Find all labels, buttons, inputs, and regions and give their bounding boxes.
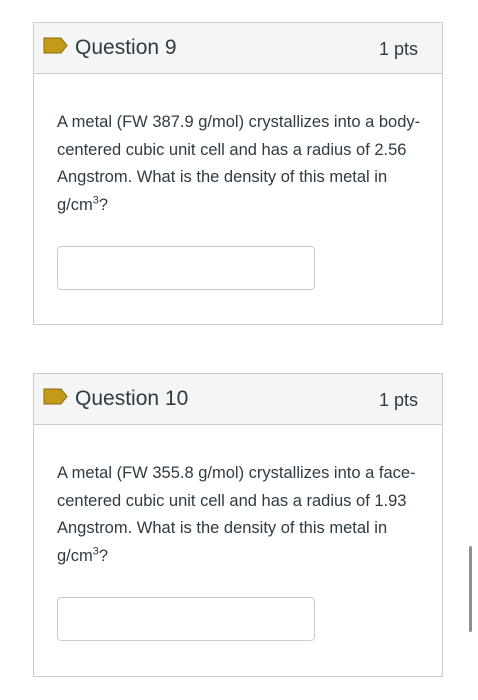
question-title: Question 10 bbox=[75, 387, 189, 410]
flag-icon[interactable] bbox=[43, 388, 68, 405]
question-text-main: A metal (FW 355.8 g/mol) crystallizes in… bbox=[57, 464, 416, 565]
question-text-main: A metal (FW 387.9 g/mol) crystallizes in… bbox=[57, 113, 421, 214]
question-9-card: Question 9 1 pts A metal (FW 387.9 g/mol… bbox=[33, 22, 443, 325]
question-header: Question 10 1 pts bbox=[34, 374, 442, 425]
question-text: A metal (FW 387.9 g/mol) crystallizes in… bbox=[57, 109, 427, 219]
scrollbar[interactable] bbox=[469, 546, 472, 632]
question-10-card: Question 10 1 pts A metal (FW 355.8 g/mo… bbox=[33, 373, 443, 677]
question-text-end: ? bbox=[98, 195, 109, 214]
question-points: 1 pts bbox=[378, 39, 418, 59]
question-title: Question 9 bbox=[75, 36, 177, 59]
question-text-end: ? bbox=[98, 546, 109, 565]
question-text: A metal (FW 355.8 g/mol) crystallizes in… bbox=[57, 460, 427, 570]
question-header: Question 9 1 pts bbox=[34, 23, 442, 74]
question-points: 1 pts bbox=[378, 390, 418, 410]
flag-icon[interactable] bbox=[43, 37, 68, 54]
answer-input[interactable] bbox=[57, 246, 315, 290]
answer-input[interactable] bbox=[57, 597, 315, 641]
